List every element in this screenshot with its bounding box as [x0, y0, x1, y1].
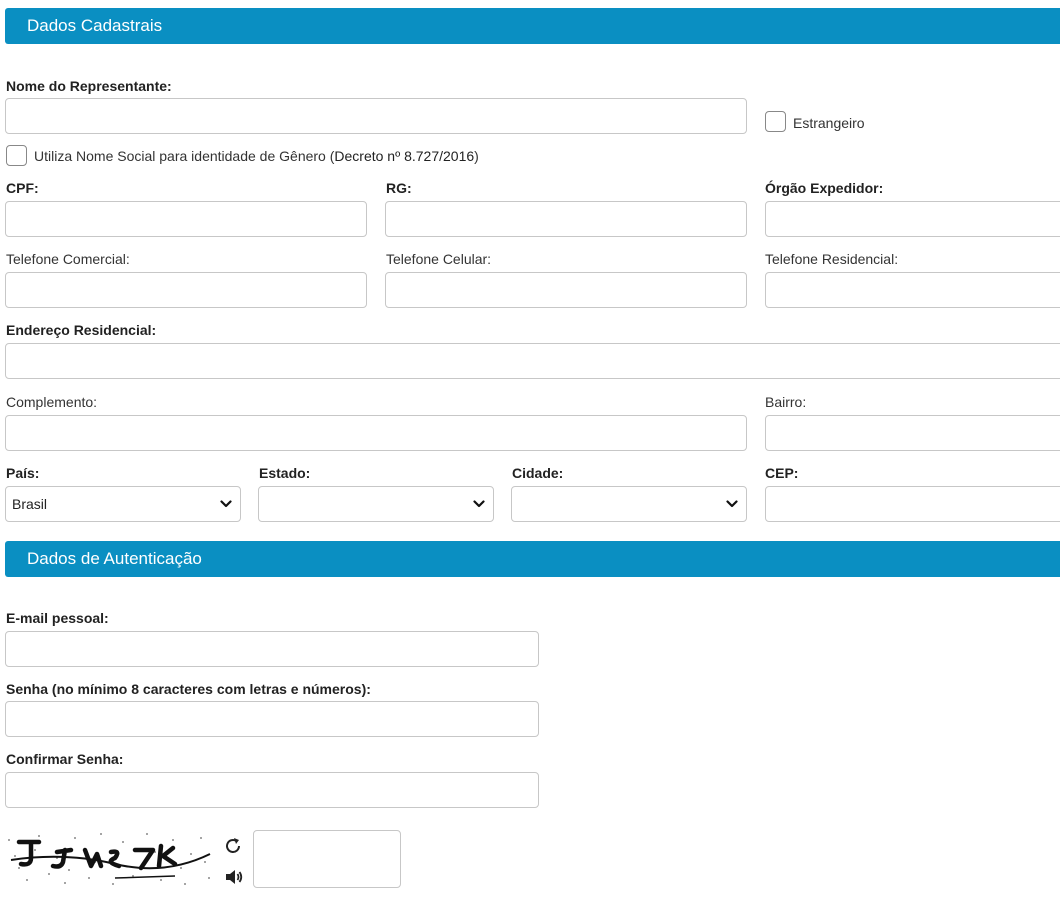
complemento-input[interactable]	[5, 415, 747, 451]
estrangeiro-label: Estrangeiro	[793, 115, 865, 131]
nome-representante-input[interactable]	[5, 98, 747, 134]
estrangeiro-checkbox[interactable]	[765, 111, 786, 132]
email-pessoal-label: E-mail pessoal:	[6, 610, 109, 626]
cidade-label: Cidade:	[512, 465, 564, 481]
decreto-link[interactable]: Decreto nº 8.727/2016	[334, 148, 474, 164]
pais-select-value: Brasil	[12, 496, 48, 512]
cep-label: CEP:	[765, 465, 799, 481]
telefone-celular-input[interactable]	[385, 272, 747, 308]
chevron-down-icon	[473, 500, 485, 508]
cidade-select[interactable]	[511, 486, 747, 522]
telefone-residencial-label: Telefone Residencial:	[765, 251, 899, 267]
telefone-comercial-label: Telefone Comercial:	[6, 251, 130, 267]
nome-social-checkbox[interactable]	[6, 145, 27, 166]
email-pessoal-input[interactable]	[5, 631, 539, 667]
telefone-residencial-input[interactable]	[765, 272, 1060, 308]
cep-input[interactable]	[765, 486, 1060, 522]
pais-select[interactable]: Brasil	[5, 486, 241, 522]
nome-representante-label: Nome do Representante:	[6, 78, 172, 94]
nome-social-label: Utiliza Nome Social para identidade de G…	[34, 148, 479, 164]
pais-label: País:	[6, 465, 40, 481]
chevron-down-icon	[726, 500, 738, 508]
complemento-label: Complemento:	[6, 394, 98, 410]
endereco-residencial-label: Endereço Residencial:	[6, 322, 157, 338]
orgao-expedidor-input[interactable]	[765, 201, 1060, 237]
senha-label: Senha (no mínimo 8 caracteres com letras…	[6, 681, 371, 697]
confirmar-senha-input[interactable]	[5, 772, 539, 808]
bairro-label: Bairro:	[765, 394, 807, 410]
section-header-dados-autenticacao: Dados de Autenticação	[5, 541, 1060, 577]
refresh-icon[interactable]	[222, 835, 244, 857]
confirmar-senha-label: Confirmar Senha:	[6, 751, 124, 767]
section-header-dados-cadastrais: Dados Cadastrais	[5, 8, 1060, 44]
speaker-icon[interactable]	[224, 867, 244, 887]
orgao-expedidor-label: Órgão Expedidor:	[765, 180, 884, 196]
captcha-input[interactable]	[253, 830, 401, 888]
captcha-image	[5, 828, 215, 888]
bairro-input[interactable]	[765, 415, 1060, 451]
rg-input[interactable]	[385, 201, 747, 237]
telefone-comercial-input[interactable]	[5, 272, 367, 308]
endereco-residencial-input[interactable]	[5, 343, 1060, 379]
telefone-celular-label: Telefone Celular:	[386, 251, 492, 267]
cpf-input[interactable]	[5, 201, 367, 237]
rg-label: RG:	[386, 180, 412, 196]
cpf-label: CPF:	[6, 180, 39, 196]
senha-input[interactable]	[5, 701, 539, 737]
estado-label: Estado:	[259, 465, 311, 481]
chevron-down-icon	[220, 500, 232, 508]
estado-select[interactable]	[258, 486, 494, 522]
